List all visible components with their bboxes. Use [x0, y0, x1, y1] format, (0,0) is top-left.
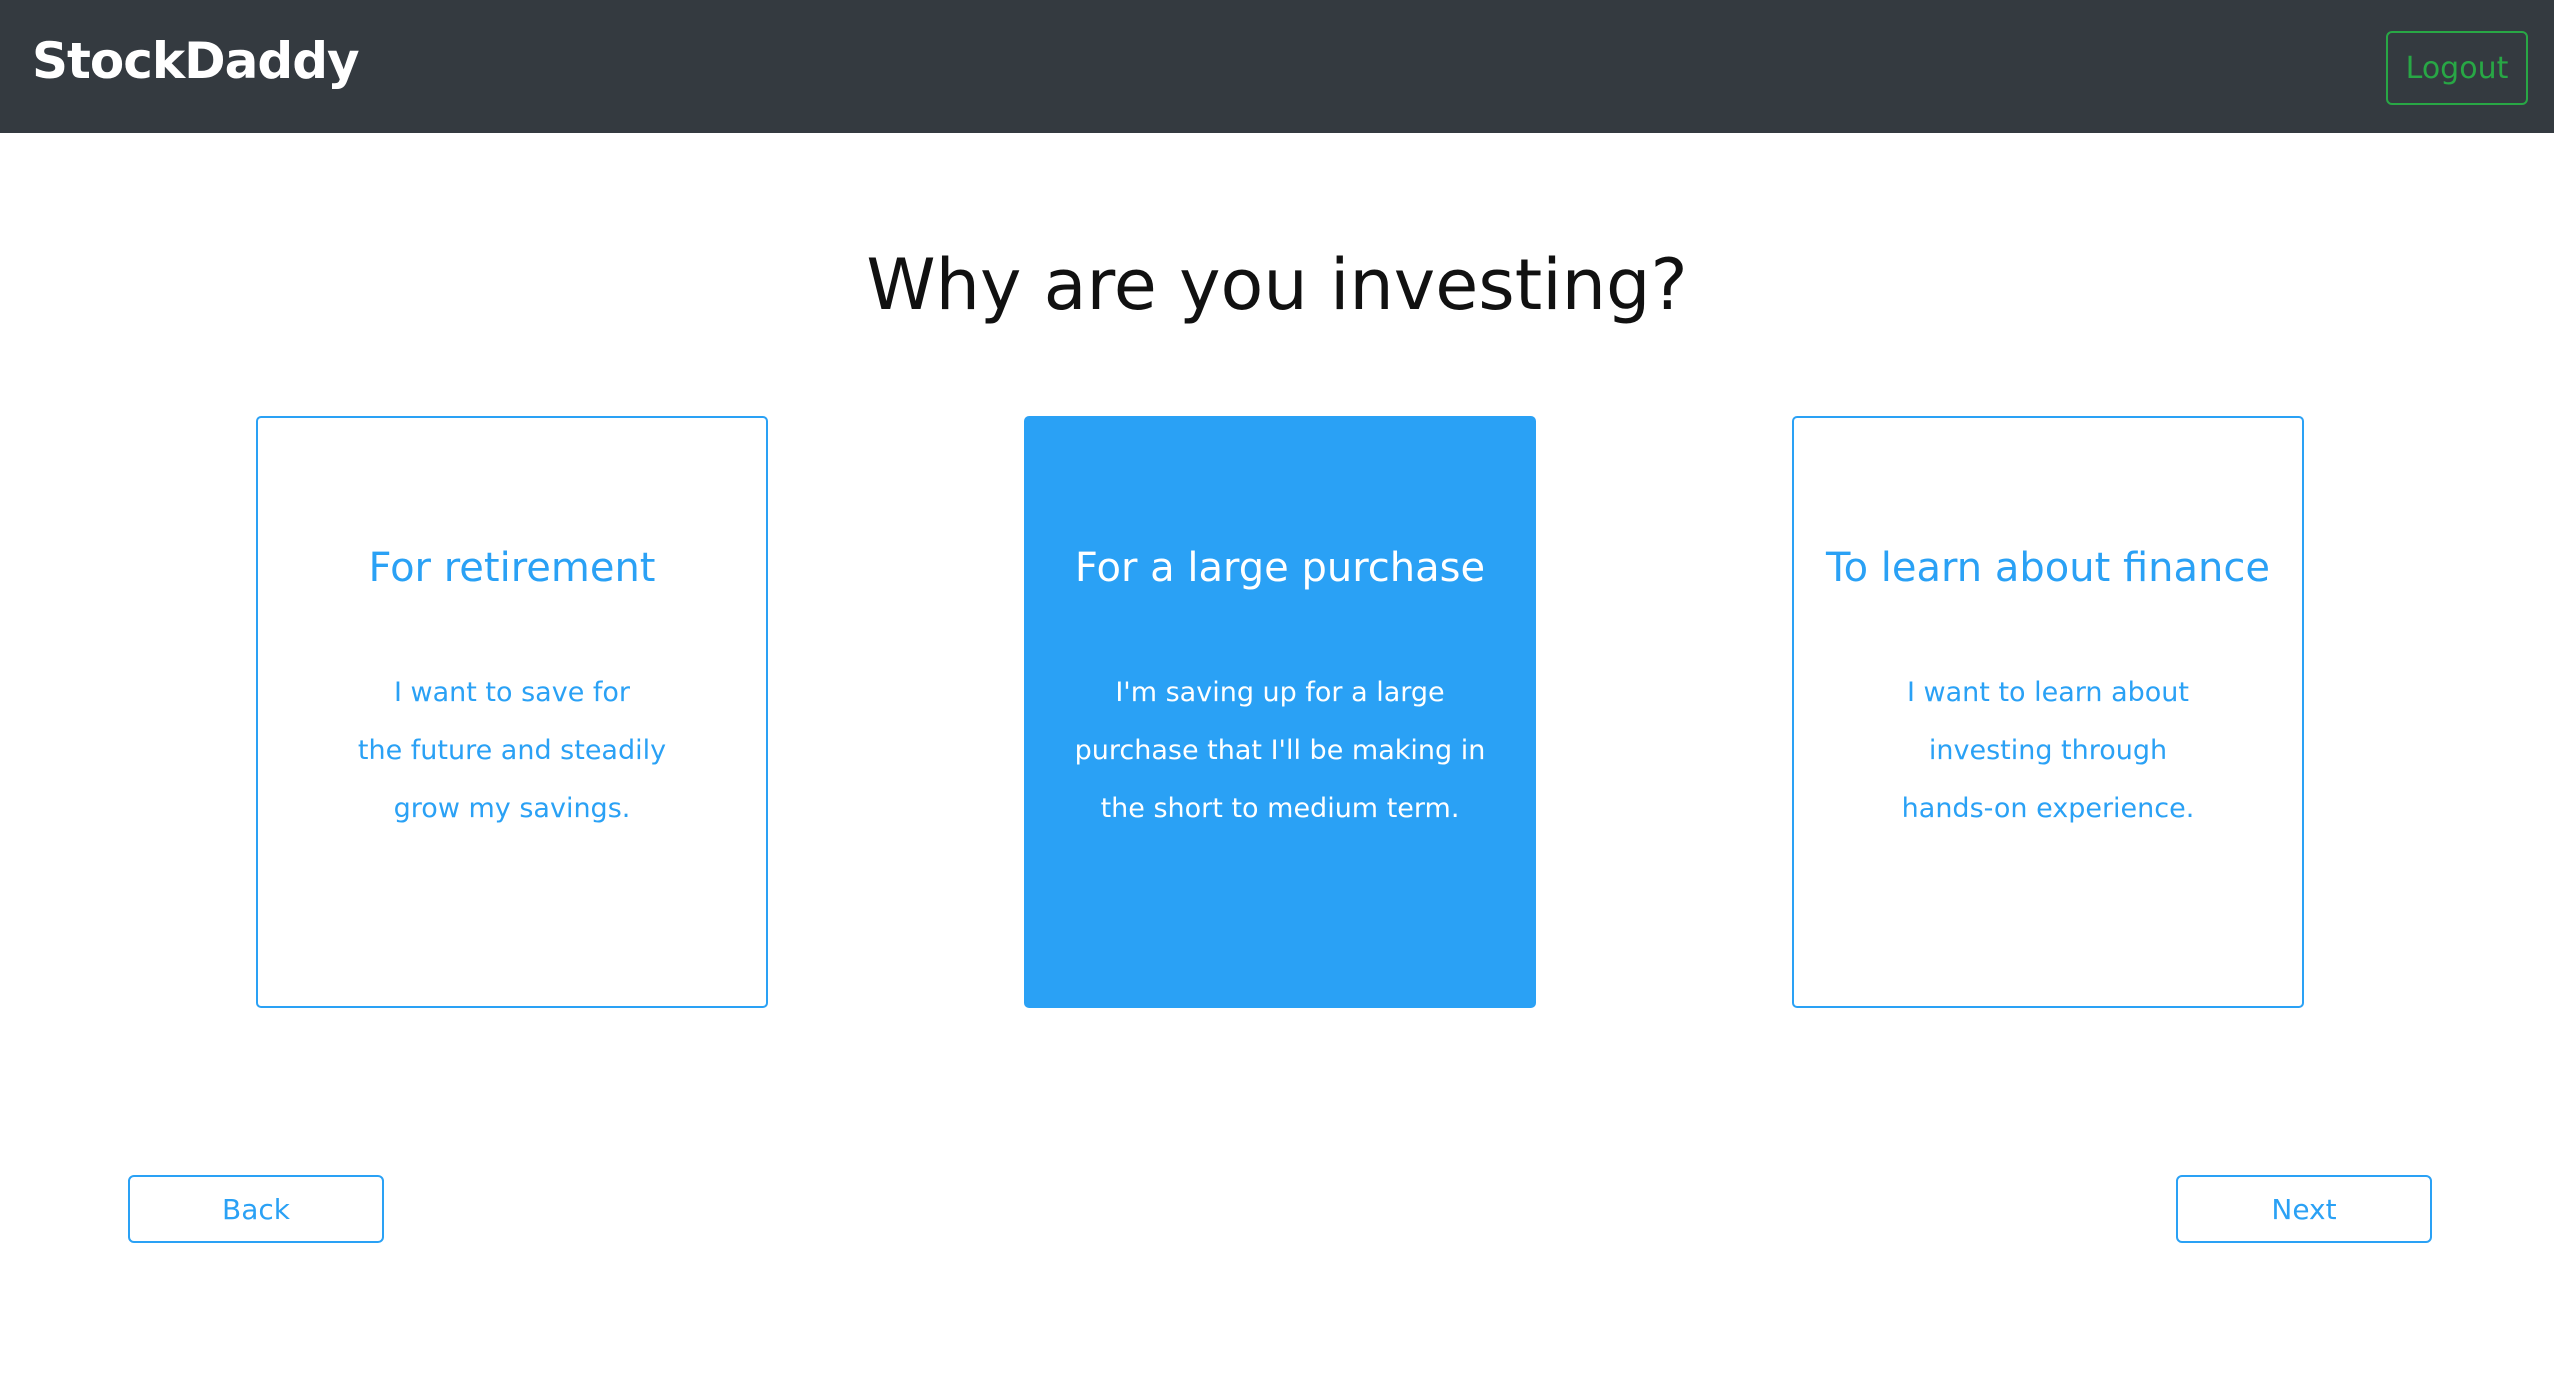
- option-card-retirement[interactable]: For retirement I want to save for the fu…: [256, 416, 768, 1008]
- description-line: I want to learn about: [1906, 677, 2190, 708]
- description-line: the short to medium term.: [1100, 793, 1460, 824]
- logout-button[interactable]: Logout: [2386, 31, 2528, 105]
- description-line: grow my savings.: [393, 793, 631, 824]
- option-card-description: I'm saving up for a large purchase that …: [1026, 664, 1534, 838]
- navbar: StockDaddy Logout: [0, 0, 2554, 133]
- option-card-title: For retirement: [368, 545, 656, 591]
- description-line: investing through: [1928, 735, 2168, 766]
- page-title: Why are you investing?: [866, 244, 1688, 326]
- description-line: I'm saving up for a large: [1115, 677, 1445, 708]
- option-card-description: I want to learn about investing through …: [1794, 664, 2302, 838]
- option-card-large-purchase[interactable]: For a large purchase I'm saving up for a…: [1024, 416, 1536, 1008]
- description-line: I want to save for: [393, 677, 631, 708]
- back-button[interactable]: Back: [128, 1175, 384, 1243]
- option-card-description: I want to save for the future and steadi…: [258, 664, 766, 838]
- next-button[interactable]: Next: [2176, 1175, 2432, 1243]
- description-line: hands-on experience.: [1901, 793, 2195, 824]
- option-card-title: For a large purchase: [1074, 545, 1486, 591]
- option-card-title: To learn about finance: [1825, 545, 2270, 591]
- brand-logo[interactable]: StockDaddy: [32, 36, 360, 86]
- description-line: purchase that I'll be making in: [1074, 735, 1486, 766]
- option-card-learn-finance[interactable]: To learn about finance I want to learn a…: [1792, 416, 2304, 1008]
- description-line: the future and steadily: [357, 735, 667, 766]
